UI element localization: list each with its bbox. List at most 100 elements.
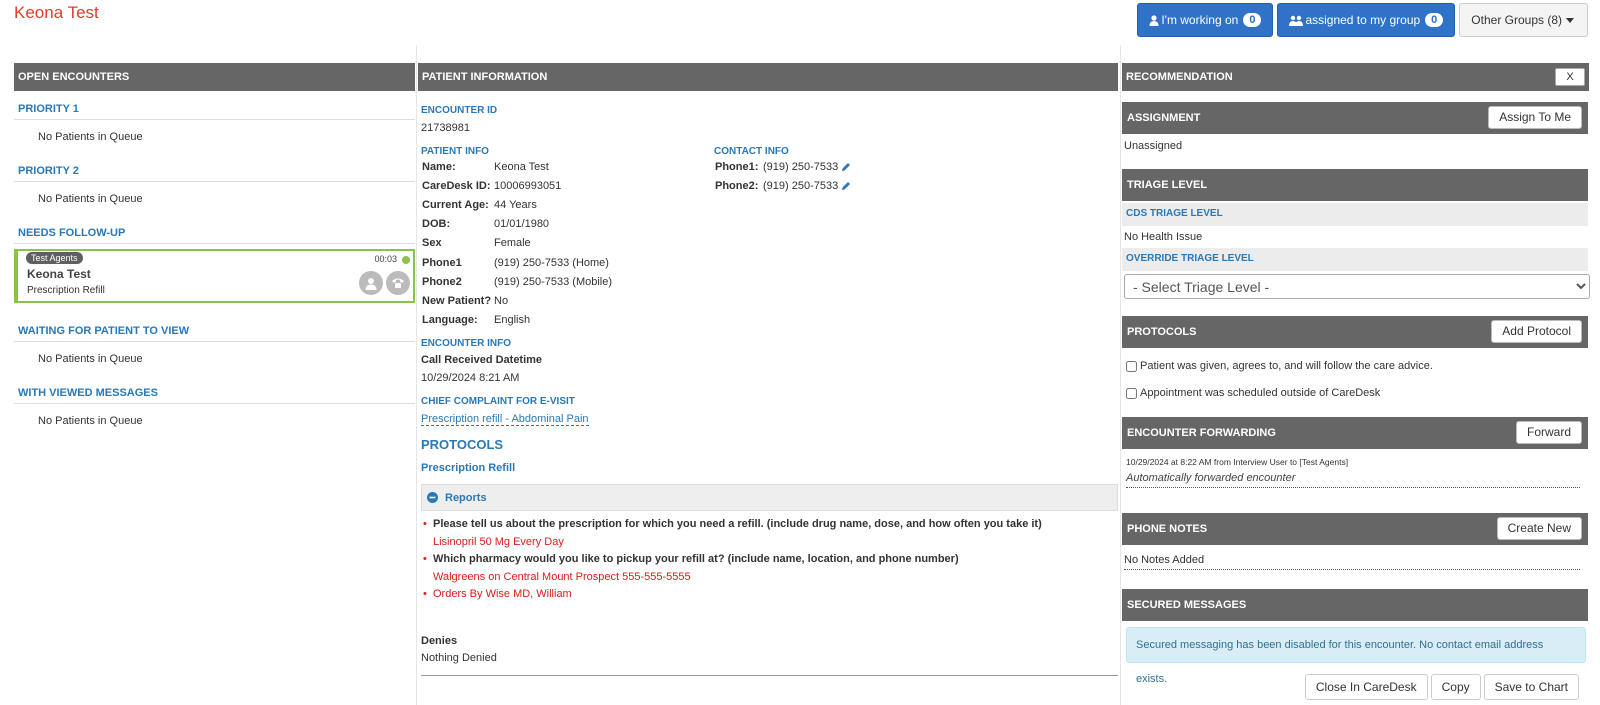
queue-title[interactable]: NEEDS FOLLOW-UP (14, 219, 415, 244)
patient-info-row: New Patient? No (422, 291, 712, 310)
pencil-icon[interactable] (841, 162, 851, 172)
appointment-checkbox[interactable] (1126, 387, 1137, 399)
bottom-button-group: Close In CareDesk Copy Save to Chart (1304, 674, 1579, 700)
orders-by-item: • Orders By Wise MD, William (421, 588, 1118, 600)
phone-icon[interactable] (386, 271, 410, 295)
add-protocol-button[interactable]: Add Protocol (1491, 320, 1582, 343)
assigned-group-button[interactable]: assigned to my group 0 (1277, 3, 1456, 37)
field-label: Phone1 (422, 256, 462, 269)
patient-info-row: Language: English (422, 311, 712, 330)
assigned-group-count: 0 (1425, 13, 1444, 27)
caret-down-icon (1566, 17, 1574, 23)
create-new-button[interactable]: Create New (1496, 517, 1582, 540)
save-to-chart-button[interactable]: Save to Chart (1483, 674, 1579, 700)
field-label: Language: (422, 314, 478, 327)
field-label: Sex (422, 237, 442, 250)
encounter-id-value: 21738981 (421, 122, 470, 134)
field-label: Phone2 (422, 275, 462, 288)
patient-information-header: PATIENT INFORMATION (418, 63, 1118, 91)
secured-messages-header: SECURED MESSAGES (1122, 589, 1588, 621)
working-on-button[interactable]: I'm working on 0 (1137, 3, 1274, 37)
queue-needs-follow-up: NEEDS FOLLOW-UP Test Agents Keona Test P… (14, 219, 415, 303)
queue-title[interactable]: PRIORITY 2 (14, 157, 415, 182)
patient-info-row: Current Age: 44 Years (422, 195, 712, 214)
bullet: • (423, 588, 427, 600)
recommendation-title: RECOMMENDATION (1126, 71, 1233, 83)
field-label: New Patient? (422, 294, 492, 307)
field-value: 44 Years (494, 198, 537, 211)
field-value: 10006993051 (494, 179, 562, 192)
close-button[interactable]: X (1555, 68, 1585, 86)
secured-info-wrap: Secured messaging has been disabled for … (1122, 621, 1588, 685)
checkbox-label: Patient was given, agrees to, and will f… (1140, 360, 1433, 372)
queue-title[interactable]: WAITING FOR PATIENT TO VIEW (14, 317, 415, 342)
close-in-caredesk-button[interactable]: Close In CareDesk (1304, 674, 1428, 700)
cds-triage-label: CDS TRIAGE LEVEL (1122, 203, 1588, 226)
triage-level-select[interactable]: - Select Triage Level - (1124, 274, 1590, 299)
care-advice-checkbox[interactable] (1126, 360, 1137, 372)
queue-title[interactable]: WITH VIEWED MESSAGES (14, 379, 415, 404)
copy-button[interactable]: Copy (1430, 674, 1481, 700)
group-tag: Test Agents (26, 252, 83, 264)
assign-to-me-button[interactable]: Assign To Me (1488, 106, 1582, 129)
patient-info-label: PATIENT INFO (421, 146, 489, 157)
bullet: • (423, 553, 427, 565)
assignment-value: Unassigned (1124, 140, 1183, 152)
working-on-label: I'm working on (1161, 13, 1239, 27)
orders-by: Orders By Wise MD, William (433, 588, 572, 600)
pencil-icon[interactable] (841, 181, 851, 191)
secured-messages-section: SECURED MESSAGES Secured messaging has b… (1122, 589, 1588, 685)
protocols-header: PROTOCOLS Add Protocol (1122, 316, 1588, 348)
users-icon (1289, 15, 1304, 26)
checkbox-label: Appointment was scheduled outside of Car… (1140, 387, 1381, 399)
section-title: PHONE NOTES (1127, 523, 1208, 535)
bullet: • (423, 518, 427, 530)
forward-button[interactable]: Forward (1515, 421, 1582, 444)
queue-title[interactable]: PRIORITY 1 (14, 95, 415, 120)
encounter-card[interactable]: Test Agents Keona Test Prescription Refi… (14, 249, 415, 303)
other-groups-dropdown[interactable]: Other Groups (8) (1459, 3, 1588, 37)
queue-with-viewed-messages: WITH VIEWED MESSAGES No Patients in Queu… (14, 379, 415, 435)
contact-info-row: Phone2: (919) 250-7533 (715, 176, 915, 195)
queue-empty-text: No Patients in Queue (38, 193, 143, 205)
encounter-type: Prescription Refill (27, 285, 105, 296)
user-icon[interactable] (359, 271, 383, 295)
phone-notes-header: PHONE NOTES Create New (1122, 513, 1588, 545)
open-encounters-header: OPEN ENCOUNTERS (14, 63, 415, 91)
phone-notes-section: PHONE NOTES Create New No Notes Added (1122, 513, 1588, 570)
call-received-value: 10/29/2024 8:21 AM (421, 372, 520, 384)
patient-info-row: Phone2 (919) 250-7533 (Mobile) (422, 272, 712, 291)
triage-section: TRIAGE LEVEL CDS TRIAGE LEVEL No Health … (1122, 169, 1590, 299)
user-icon (1149, 14, 1159, 26)
appointment-checkbox-row: Appointment was scheduled outside of Car… (1122, 385, 1588, 401)
column-divider (416, 45, 417, 705)
cds-triage-value: No Health Issue (1124, 231, 1203, 243)
column-divider (1120, 45, 1121, 705)
reports-toggle[interactable]: Reports (421, 484, 1118, 511)
chief-complaint-link[interactable]: Prescription refill - Abdominal Pain (421, 413, 589, 426)
other-groups-label: Other Groups (8) (1471, 13, 1562, 27)
field-value: (919) 250-7533 (763, 179, 839, 192)
triage-select-wrap: - Select Triage Level - (1122, 271, 1590, 299)
field-label: Current Age: (422, 198, 489, 211)
minus-circle-icon (427, 492, 438, 503)
report-answer: Walgreens on Central Mount Prospect 555-… (433, 571, 691, 583)
queue-empty-text: No Patients in Queue (38, 353, 143, 365)
field-label: Phone2: (715, 179, 759, 192)
forwarding-log: 10/29/2024 at 8:22 AM from Interview Use… (1126, 457, 1349, 467)
phone-notes-value: No Notes Added (1124, 554, 1580, 570)
field-label: CareDesk ID: (422, 179, 491, 192)
app-title: Keona Test (14, 3, 99, 22)
recommendation-panel: RECOMMENDATION X ASSIGNMENT Assign To Me… (1122, 63, 1590, 700)
forwarding-header: ENCOUNTER FORWARDING Forward (1122, 417, 1588, 449)
queue-priority-2: PRIORITY 2 No Patients in Queue (14, 157, 415, 213)
assignment-header: ASSIGNMENT Assign To Me (1122, 102, 1588, 134)
patient-info-row: CareDesk ID: 10006993051 (422, 176, 712, 195)
field-label: Phone1: (715, 160, 759, 173)
report-item: • Please tell us about the prescription … (421, 518, 1118, 553)
report-list: • Please tell us about the prescription … (421, 518, 1118, 600)
field-value: No (494, 294, 509, 307)
section-divider (421, 675, 1118, 676)
patient-information-panel: PATIENT INFORMATION ENCOUNTER ID 2173898… (418, 63, 1118, 703)
reports-label: Reports (445, 491, 487, 504)
